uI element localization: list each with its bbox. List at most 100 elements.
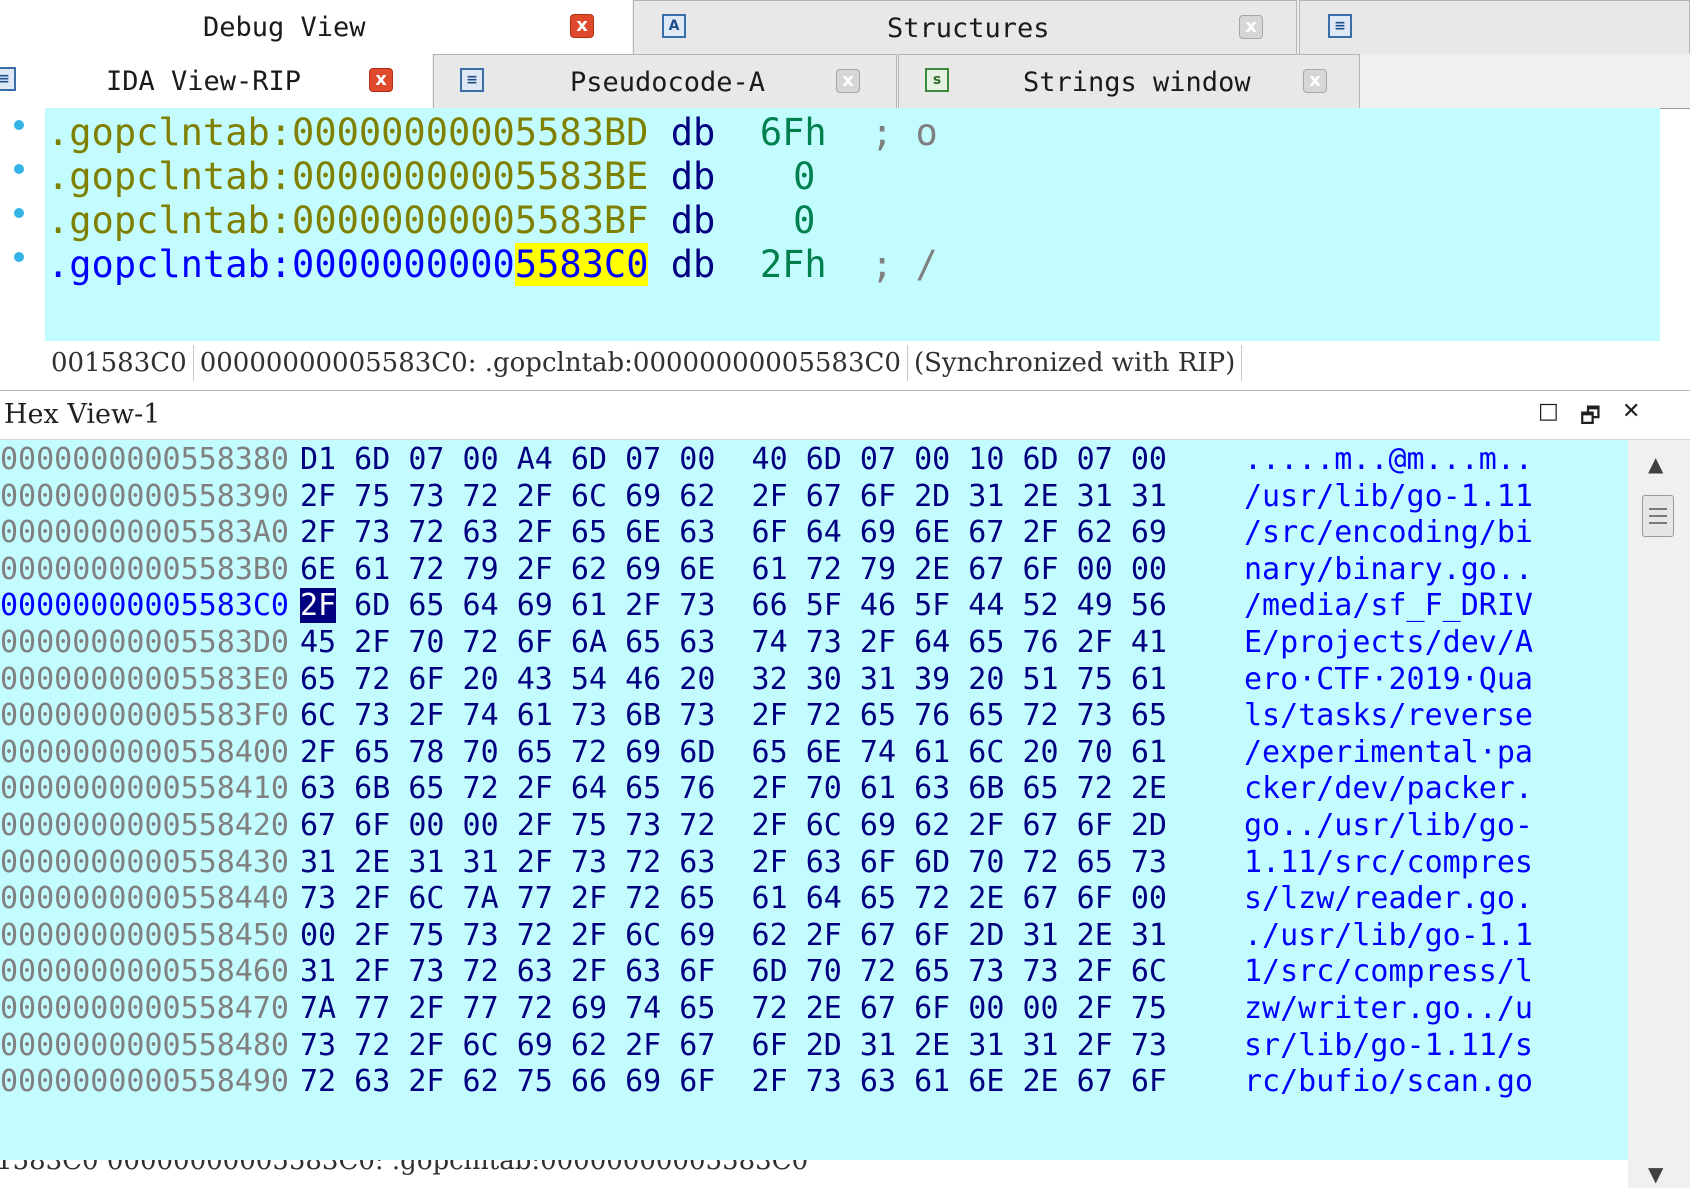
hex-bytes[interactable]: 65 72 6F 20 43 54 46 20 32 30 31 39 20 5… bbox=[300, 660, 1167, 699]
hex-bytes-second-half: 40 6D 07 00 10 6D 07 00 bbox=[751, 442, 1167, 477]
close-icon[interactable]: ✕ bbox=[1622, 399, 1640, 424]
hex-scrollbar[interactable]: ▲ ▼ bbox=[1628, 440, 1690, 1188]
hex-ascii: /usr/lib/go-1.11 bbox=[1244, 478, 1533, 514]
hex-address: 00000000005583D0 bbox=[0, 625, 289, 660]
hex-bytes-first-half: 72 63 2F 62 75 66 69 6F bbox=[300, 1064, 716, 1100]
directive: db bbox=[670, 111, 716, 154]
hex-ascii: zw/writer.go../u bbox=[1244, 991, 1533, 1026]
hex-bytes-first-half: 00 2F 75 73 72 2F 6C 69 bbox=[300, 917, 716, 953]
segment-name: .gopclntab: bbox=[47, 111, 293, 154]
hex-bytes[interactable]: 6C 73 2F 74 61 73 6B 73 2F 72 65 76 65 7… bbox=[300, 696, 1167, 735]
tab-debug-view[interactable]: Debug View x bbox=[0, 0, 632, 54]
hex-address: 0000000000558410 bbox=[0, 771, 289, 807]
hex-ascii: ero·CTF·2019·Qua bbox=[1244, 661, 1533, 697]
tab-label: Strings window bbox=[1023, 67, 1251, 98]
hex-bytes-first-half: 31 2E 31 31 2F 73 72 63 bbox=[300, 844, 716, 880]
segment-name: .gopclntab: bbox=[47, 199, 293, 242]
directive: db bbox=[670, 243, 716, 286]
directive: db bbox=[670, 155, 716, 198]
hex-bytes[interactable]: 72 63 2F 62 75 66 69 6F 2F 73 63 61 6E 2… bbox=[300, 1062, 1167, 1101]
hex-ascii: /experimental·pa bbox=[1244, 734, 1533, 770]
hex-bytes[interactable]: 7A 77 2F 77 72 69 74 65 72 2E 67 6F 00 0… bbox=[300, 989, 1167, 1028]
hex-view-titlebar: Hex View-1 □ 🗗 ✕ bbox=[0, 390, 1690, 440]
close-icon[interactable]: x bbox=[1303, 69, 1327, 93]
disassembly-view[interactable]: .gopclntab:00000000005583BD db 6Fh ; o .g… bbox=[0, 108, 1660, 341]
hex-ascii: 1.11/src/compres bbox=[1244, 844, 1533, 880]
scroll-thumb[interactable] bbox=[1642, 495, 1674, 537]
maximize-icon[interactable]: □ bbox=[1538, 399, 1559, 424]
close-icon[interactable]: x bbox=[369, 68, 393, 92]
hex-bytes-second-half: 61 72 79 2E 67 6F 00 00 bbox=[751, 551, 1167, 587]
status-sync: (Synchronized with RIP) bbox=[908, 345, 1243, 381]
hex-ascii: cker/dev/packer. bbox=[1244, 771, 1533, 807]
breakpoint-dot-icon[interactable] bbox=[14, 164, 24, 174]
hex-ascii: rc/bufio/scan.go bbox=[1244, 1064, 1533, 1100]
tab-structures[interactable]: A Structures x bbox=[633, 0, 1297, 54]
tab-strings-window[interactable]: s Strings window x bbox=[898, 54, 1360, 108]
hex-address: 0000000000558460 bbox=[0, 954, 289, 990]
hex-bytes[interactable]: 6E 61 72 79 2F 62 69 6E 61 72 79 2E 67 6… bbox=[300, 550, 1167, 589]
hex-ascii: 1/src/compress/l bbox=[1244, 954, 1533, 990]
hex-view-body[interactable]: 0000000000558380 D1 6D 07 00 A4 6D 07 00 … bbox=[0, 440, 1628, 1160]
hex-status-bar: 1583C0 00000000005583C0: .gopclntab:0000… bbox=[0, 1160, 1628, 1188]
hex-bytes[interactable]: 00 2F 75 73 72 2F 6C 69 62 2F 67 6F 2D 3… bbox=[300, 916, 1167, 955]
hex-address: 0000000000558430 bbox=[0, 844, 289, 880]
hex-address: 0000000000558420 bbox=[0, 808, 289, 843]
hex-bytes-second-half: 61 64 65 72 2E 67 6F 00 bbox=[751, 881, 1167, 917]
hex-bytes[interactable]: 73 2F 6C 7A 77 2F 72 65 61 64 65 72 2E 6… bbox=[300, 879, 1167, 918]
hex-status-text: 1583C0 00000000005583C0: .gopclntab:0000… bbox=[0, 1160, 809, 1176]
hex-address: 00000000005583A0 bbox=[0, 515, 289, 551]
hex-bytes[interactable]: 63 6B 65 72 2F 64 65 76 2F 70 61 63 6B 6… bbox=[300, 769, 1167, 808]
hex-ascii: sr/lib/go-1.11/s bbox=[1244, 1027, 1533, 1063]
tab-ida-view-rip[interactable]: ≡ IDA View-RIP x bbox=[0, 54, 432, 108]
hex-bytes-first-half: 45 2F 70 72 6F 6A 65 63 bbox=[300, 625, 716, 660]
pseudocode-icon: ≡ bbox=[460, 68, 484, 92]
breakpoint-dot-icon[interactable] bbox=[14, 252, 24, 262]
directive: db bbox=[670, 199, 716, 242]
close-icon[interactable]: x bbox=[836, 69, 860, 93]
scroll-down-icon[interactable]: ▼ bbox=[1648, 1162, 1663, 1186]
scroll-up-icon[interactable]: ▲ bbox=[1648, 452, 1663, 476]
hex-bytes-first-half: 73 72 2F 6C 69 62 2F 67 bbox=[300, 1027, 716, 1063]
hex-bytes-second-half: 2F 70 61 63 6B 65 72 2E bbox=[751, 771, 1167, 807]
hex-bytes-first-half: 6E 61 72 79 2F 62 69 6E bbox=[300, 551, 716, 587]
operand-value: 0 bbox=[793, 155, 816, 198]
hex-bytes-first-half: 2F 65 78 70 65 72 69 6D bbox=[300, 734, 716, 770]
hex-bytes[interactable]: 2F 65 78 70 65 72 69 6D 65 6E 74 61 6C 2… bbox=[300, 733, 1167, 772]
hex-bytes[interactable]: 31 2F 73 72 63 2F 63 6F 6D 70 72 65 73 7… bbox=[300, 952, 1167, 991]
hex-bytes-second-half: 6D 70 72 65 73 73 2F 6C bbox=[751, 954, 1167, 990]
hex-bytes[interactable]: 2F 6D 65 64 69 61 2F 73 66 5F 46 5F 44 5… bbox=[300, 586, 1167, 625]
operand-value: 0 bbox=[793, 199, 816, 242]
breakpoint-dot-icon[interactable] bbox=[14, 120, 24, 130]
hex-bytes[interactable]: 45 2F 70 72 6F 6A 65 63 74 73 2F 64 65 7… bbox=[300, 623, 1167, 662]
operand-value: 2Fh bbox=[759, 243, 827, 286]
disassembly-gutter bbox=[0, 108, 45, 341]
hex-ascii: ls/tasks/reverse bbox=[1244, 698, 1533, 734]
hex-bytes[interactable]: D1 6D 07 00 A4 6D 07 00 40 6D 07 00 10 6… bbox=[300, 440, 1167, 479]
hex-address: 0000000000558400 bbox=[0, 734, 289, 770]
hex-bytes-second-half: 32 30 31 39 20 51 75 61 bbox=[751, 661, 1167, 697]
hex-bytes-second-half: 74 73 2F 64 65 76 2F 41 bbox=[751, 625, 1167, 660]
status-location: 00000000005583C0: .gopclntab:00000000005… bbox=[194, 345, 908, 381]
hex-bytes[interactable]: 31 2E 31 31 2F 73 72 63 2F 63 6F 6D 70 7… bbox=[300, 843, 1167, 882]
hex-bytes[interactable]: 67 6F 00 00 2F 75 73 72 2F 6C 69 62 2F 6… bbox=[300, 806, 1167, 845]
hex-address: 00000000005583F0 bbox=[0, 698, 289, 734]
hex-bytes-first-half: 67 6F 00 00 2F 75 73 72 bbox=[300, 808, 716, 843]
hex-bytes[interactable]: 73 72 2F 6C 69 62 2F 67 6F 2D 31 2E 31 3… bbox=[300, 1026, 1167, 1065]
hex-bytes-second-half: 2F 6C 69 62 2F 67 6F 2D bbox=[751, 808, 1167, 843]
hex-bytes[interactable]: 2F 73 72 63 2F 65 6E 63 6F 64 69 6E 67 2… bbox=[300, 513, 1167, 552]
tab-overflow[interactable]: ≡ bbox=[1299, 0, 1690, 54]
hex-bytes[interactable]: 2F 75 73 72 2F 6C 69 62 2F 67 6F 2D 31 2… bbox=[300, 477, 1167, 516]
tab-pseudocode-a[interactable]: ≡ Pseudocode-A x bbox=[433, 54, 897, 108]
address: 0000000000 bbox=[292, 243, 515, 286]
hex-bytes-second-half: 62 2F 67 6F 2D 31 2E 31 bbox=[751, 917, 1167, 953]
close-icon[interactable]: x bbox=[570, 14, 594, 38]
breakpoint-dot-icon[interactable] bbox=[14, 208, 24, 218]
hex-address: 0000000000558390 bbox=[0, 478, 289, 514]
close-icon[interactable]: x bbox=[1239, 15, 1263, 39]
hex-bytes-second-half: 6F 64 69 6E 67 2F 62 69 bbox=[751, 515, 1167, 551]
hex-view-title: Hex View-1 bbox=[4, 399, 161, 430]
status-offset: 001583C0 bbox=[45, 345, 194, 381]
selected-byte[interactable]: 2F bbox=[300, 588, 337, 624]
restore-icon[interactable]: 🗗 bbox=[1580, 399, 1601, 437]
